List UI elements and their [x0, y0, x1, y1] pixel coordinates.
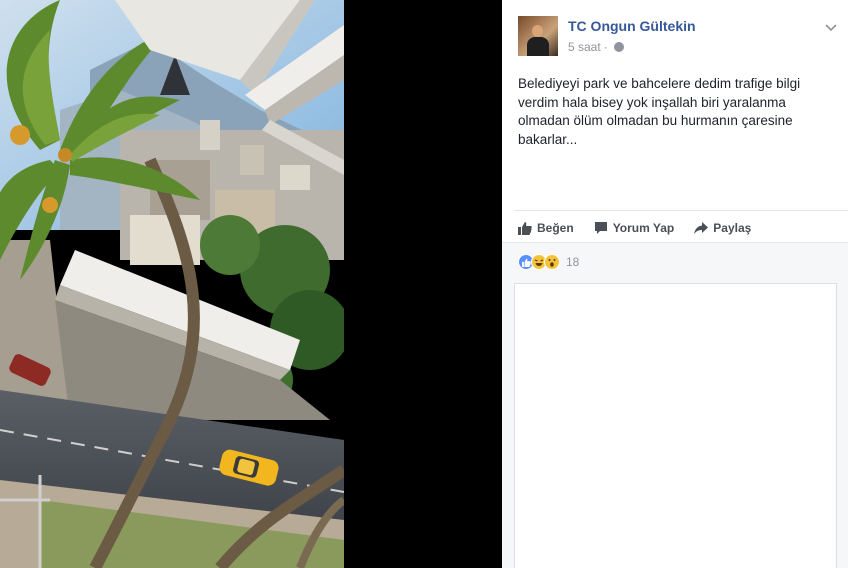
post-meta: 5 saat ·: [568, 40, 624, 54]
post-photo[interactable]: [0, 0, 344, 568]
author-name[interactable]: TC Ongun Gültekin: [568, 18, 696, 34]
chevron-down-icon[interactable]: [824, 20, 838, 34]
comment-button[interactable]: Yorum Yap: [594, 221, 675, 235]
share-label: Paylaş: [713, 221, 752, 235]
like-button[interactable]: Beğen: [518, 221, 574, 235]
avatar-body: [527, 37, 549, 56]
like-label: Beğen: [537, 221, 574, 235]
post-actions: Beğen Yorum Yap Paylaş: [518, 218, 751, 238]
post-header: TC Ongun Gültekin 5 saat ·: [518, 14, 838, 58]
reactions-summary[interactable]: 18: [518, 254, 579, 270]
share-icon: [694, 222, 709, 234]
comment-icon: [594, 222, 607, 234]
actions-divider: [514, 210, 848, 211]
share-button[interactable]: Paylaş: [694, 221, 751, 235]
post-panel: TC Ongun Gültekin 5 saat · Belediyeyi pa…: [502, 0, 848, 568]
meta-separator: ·: [603, 40, 608, 54]
post-time[interactable]: 5 saat: [568, 40, 601, 54]
photo-stage[interactable]: [0, 0, 502, 568]
avatar-head: [532, 25, 543, 37]
photo-illustration: [0, 0, 344, 568]
thumbs-up-icon: [518, 222, 532, 235]
wow-reaction-icon: [544, 254, 560, 270]
avatar[interactable]: [518, 16, 558, 56]
reactions-area: 18: [502, 242, 848, 568]
reaction-count: 18: [566, 255, 580, 269]
globe-icon[interactable]: [613, 42, 624, 52]
comment-label: Yorum Yap: [612, 221, 675, 235]
post-text: Belediyeyi park ve bahcelere dedim trafi…: [518, 76, 801, 147]
comments-area[interactable]: [514, 283, 837, 568]
